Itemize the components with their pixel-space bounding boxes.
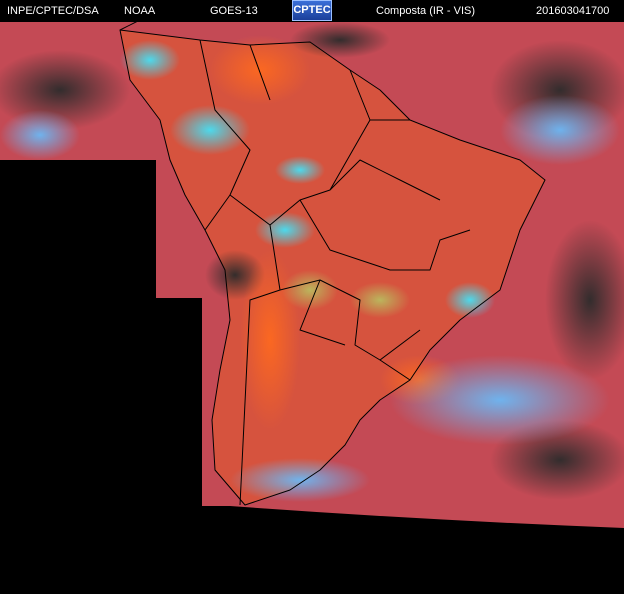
image-header-bar: INPE/CPTEC/DSA NOAA GOES-13 CPTEC Compos… [0, 0, 624, 22]
convective-cloud [275, 156, 325, 184]
satellite-label: GOES-13 [210, 5, 258, 17]
satellite-composite-map [0, 22, 624, 528]
source-label: INPE/CPTEC/DSA [7, 5, 99, 17]
cloud-band [0, 110, 80, 160]
timestamp-label: 201603041700 [536, 5, 610, 17]
clear-sky-patch [290, 22, 390, 58]
convective-cloud [255, 212, 315, 248]
agency-label: NOAA [124, 5, 156, 17]
convective-cloud [170, 105, 250, 155]
cloud-band [230, 458, 370, 502]
cptec-logo: CPTEC [292, 0, 332, 21]
satellite-image-viewer: INPE/CPTEC/DSA NOAA GOES-13 CPTEC Compos… [0, 0, 624, 594]
cloud-band [500, 95, 620, 165]
warm-surface [210, 35, 310, 105]
product-label: Composta (IR - VIS) [376, 5, 476, 17]
cloud-band [390, 355, 610, 445]
imagery-coverage [0, 22, 624, 528]
